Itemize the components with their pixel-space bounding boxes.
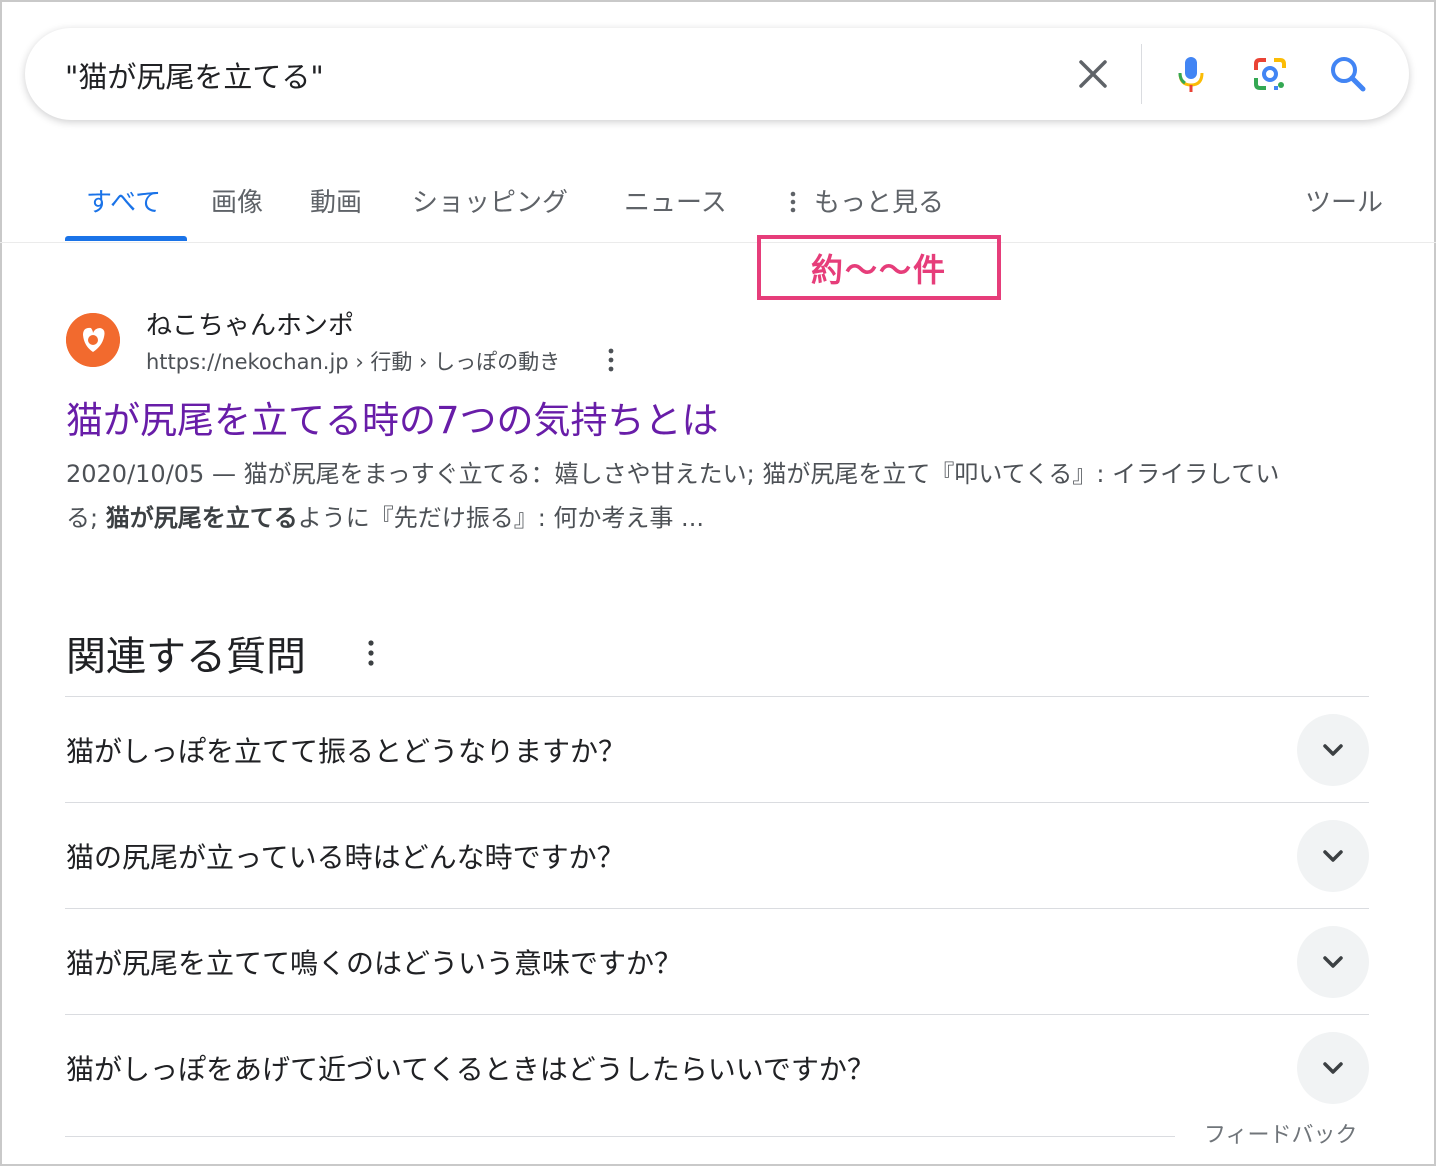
active-tab-indicator [65, 236, 187, 241]
snippet-highlight: 猫が尻尾を立てる [105, 504, 298, 532]
tab-shopping[interactable]: ショッピング [412, 182, 568, 219]
question-divider [65, 696, 1369, 697]
search-icon[interactable] [1328, 54, 1368, 94]
search-divider [1141, 44, 1142, 104]
chevron-down-icon[interactable] [1297, 820, 1369, 892]
question-divider [65, 1014, 1369, 1015]
question-item-4[interactable]: 猫がしっぽをあげて近づいてくるときはどうしたらいいですか？ [66, 1048, 875, 1088]
annotation-box: 約〜〜件 [757, 235, 1001, 300]
tab-images[interactable]: 画像 [211, 182, 263, 219]
related-questions-title: 関連する質問 [66, 634, 306, 680]
tab-all[interactable]: すべて [86, 182, 161, 219]
google-lens-icon[interactable] [1250, 54, 1290, 94]
chevron-down-icon[interactable] [1297, 926, 1369, 998]
microphone-icon[interactable] [1171, 54, 1211, 94]
result-title-link[interactable]: 猫が尻尾を立てる時の7つの気持ちとは [66, 390, 719, 444]
question-divider [65, 908, 1369, 909]
search-tabs: すべて 画像 動画 ショッピング ニュース もっと見る ツール [0, 176, 1436, 242]
snippet-text-end: ように『先だけ振る』: 何か考え事 ... [297, 504, 704, 532]
chevron-down-icon[interactable] [1297, 714, 1369, 786]
result-url[interactable]: https://nekochan.jp › 行動 › しっぽの動き [146, 346, 560, 376]
chevron-down-icon[interactable] [1297, 1032, 1369, 1104]
tab-tools[interactable]: ツール [1305, 182, 1383, 219]
clear-icon[interactable] [1073, 54, 1113, 94]
question-item-1[interactable]: 猫がしっぽを立てて振るとどうなりますか？ [66, 730, 626, 770]
tabs-divider [0, 242, 1436, 243]
tab-more[interactable]: もっと見る [814, 182, 944, 219]
question-item-3[interactable]: 猫が尻尾を立てて鳴くのはどういう意味ですか？ [66, 942, 682, 982]
question-item-2[interactable]: 猫の尻尾が立っている時はどんな時ですか？ [66, 836, 625, 876]
site-favicon-icon[interactable] [66, 313, 120, 367]
result-more-icon[interactable] [604, 347, 618, 373]
question-divider [65, 802, 1369, 803]
feedback-link[interactable]: フィードバック [1204, 1117, 1358, 1149]
result-snippet: 2020/10/05 — 猫が尻尾をまっすぐ立てる：嬉しさや甘えたい; 猫が尻尾… [66, 452, 1286, 540]
feedback-divider [65, 1136, 1175, 1137]
tab-videos[interactable]: 動画 [310, 182, 362, 219]
window-frame [0, 0, 1436, 1166]
more-vert-icon[interactable] [786, 190, 800, 214]
search-bar[interactable]: "猫が尻尾を立てる" [25, 28, 1409, 120]
result-site-name[interactable]: ねこちゃんホンポ [146, 305, 354, 342]
tab-news[interactable]: ニュース [624, 182, 727, 219]
search-input[interactable]: "猫が尻尾を立てる" [65, 54, 324, 96]
related-questions-more-icon[interactable] [364, 638, 378, 668]
